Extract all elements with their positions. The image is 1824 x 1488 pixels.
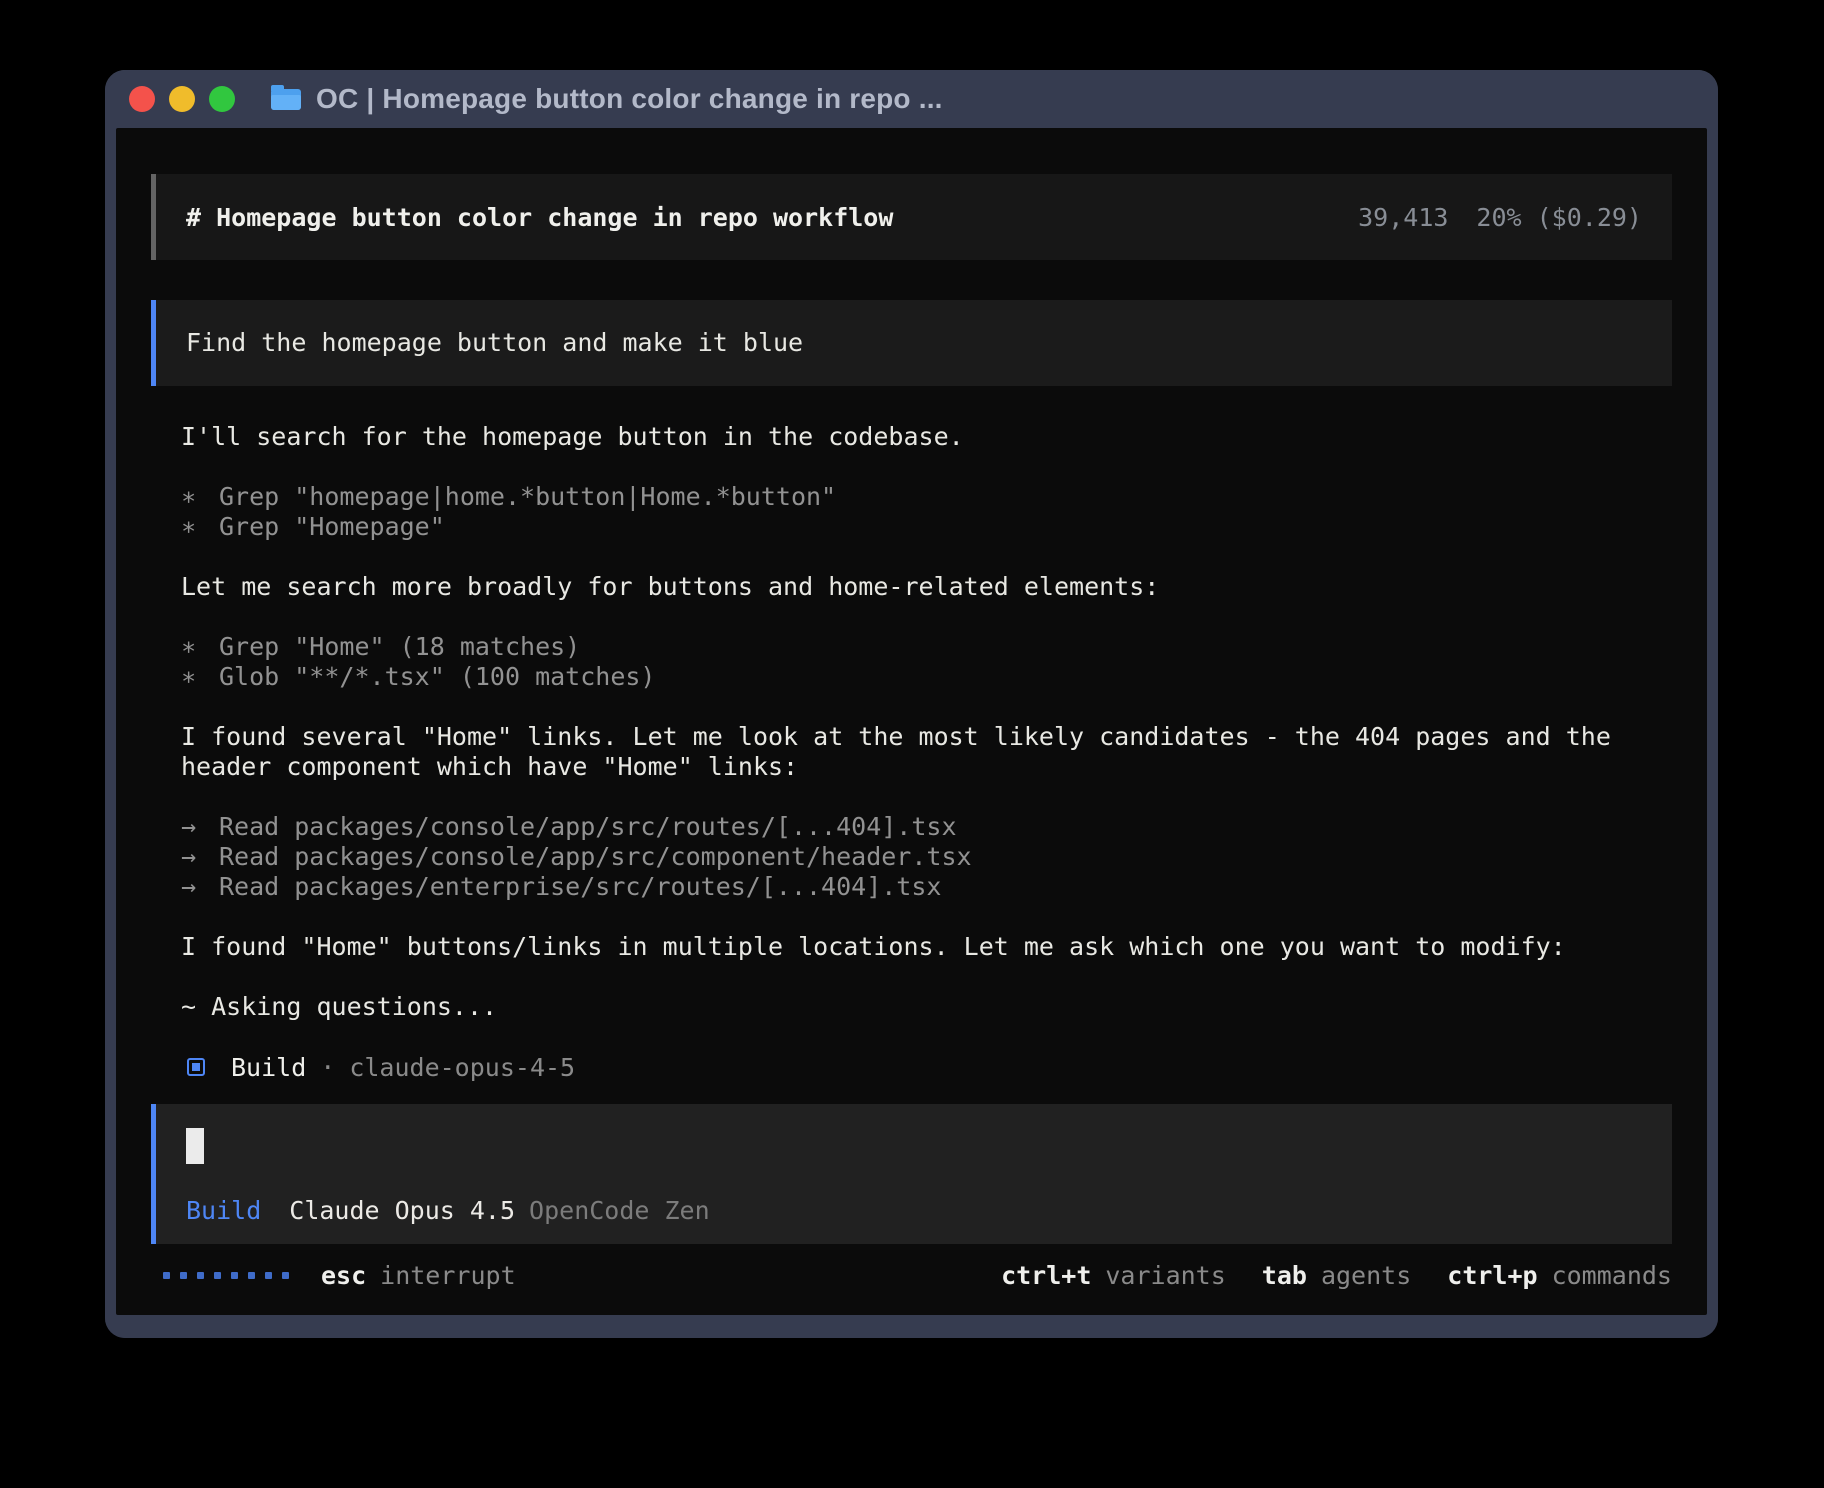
session-stats: 39,413 20% ($0.29) [1358, 203, 1642, 232]
assistant-paragraph: I found "Home" buttons/links in multiple… [181, 932, 1642, 962]
assistant-message: I'll search for the homepage button in t… [151, 386, 1672, 1082]
agent-status-row: Build · claude-opus-4-5 [181, 1052, 1642, 1082]
tool-call-group: ∗Grep "Home" (18 matches) ∗Glob "**/*.ts… [181, 632, 1642, 692]
arrow-right-icon: → [181, 872, 219, 902]
model-name[interactable]: Claude Opus 4.5 [289, 1196, 515, 1226]
spinner-dot-icon [265, 1272, 272, 1279]
user-message: Find the homepage button and make it blu… [151, 300, 1672, 386]
build-agent-icon [187, 1058, 205, 1076]
assistant-paragraph-line: I found several "Home" links. Let me loo… [181, 722, 1642, 752]
user-message-text: Find the homepage button and make it blu… [186, 328, 1642, 358]
tool-call-grep: ∗Grep "Home" (18 matches) [181, 632, 1642, 662]
spinner-dot-icon [231, 1272, 238, 1279]
traffic-lights [129, 86, 235, 112]
tool-call-read: →Read packages/console/app/src/component… [181, 842, 1642, 872]
prompt-input[interactable]: Build Claude Opus 4.5 OpenCode Zen [151, 1104, 1672, 1244]
model-provider: OpenCode Zen [529, 1196, 710, 1226]
tool-call-grep: ∗Grep "homepage|home.*button|Home.*butto… [181, 482, 1642, 512]
arrow-right-icon: → [181, 842, 219, 872]
tool-call-glob: ∗Glob "**/*.tsx" (100 matches) [181, 662, 1642, 692]
session-header: # Homepage button color change in repo w… [151, 174, 1672, 260]
assistant-paragraph: I'll search for the homepage button in t… [181, 422, 1642, 452]
asterisk-icon: ∗ [181, 662, 219, 692]
tool-call-read: →Read packages/enterprise/src/routes/[..… [181, 872, 1642, 902]
window-title: OC | Homepage button color change in rep… [316, 83, 943, 115]
agent-name: Build [231, 1053, 306, 1082]
spinner-dots [163, 1272, 289, 1279]
token-count: 39,413 [1358, 203, 1448, 232]
tool-call-group: →Read packages/console/app/src/routes/[.… [181, 812, 1642, 902]
spinner-dot-icon [248, 1272, 255, 1279]
asterisk-icon: ∗ [181, 632, 219, 662]
zoom-button-icon[interactable] [209, 86, 235, 112]
minimize-button-icon[interactable] [169, 86, 195, 112]
asterisk-icon: ∗ [181, 482, 219, 512]
terminal-content: # Homepage button color change in repo w… [116, 128, 1707, 1315]
session-title: # Homepage button color change in repo w… [186, 203, 893, 232]
window-bottom-edge [105, 1315, 1718, 1338]
agent-model: claude-opus-4-5 [349, 1053, 575, 1082]
title-bar: OC | Homepage button color change in rep… [105, 70, 1718, 128]
assistant-paragraph-line: header component which have "Home" links… [181, 752, 1642, 782]
shortcut-hints: ctrl+t variants tab agents ctrl+p comman… [1001, 1261, 1672, 1290]
assistant-paragraph: I found several "Home" links. Let me loo… [181, 722, 1642, 782]
spinner-dot-icon [282, 1272, 289, 1279]
status-bar: esc interrupt ctrl+t variants tab agents… [151, 1260, 1672, 1290]
interrupt-hint: esc interrupt [321, 1261, 516, 1290]
close-button-icon[interactable] [129, 86, 155, 112]
tool-call-group: ∗Grep "homepage|home.*button|Home.*butto… [181, 482, 1642, 542]
interrupt-label: interrupt [380, 1261, 515, 1290]
context-cost: 20% ($0.29) [1476, 203, 1642, 232]
tool-call-grep: ∗Grep "Homepage" [181, 512, 1642, 542]
tool-call-read: →Read packages/console/app/src/routes/[.… [181, 812, 1642, 842]
spinner-dot-icon [180, 1272, 187, 1279]
agent-mode-label[interactable]: Build [186, 1196, 261, 1226]
spinner-dot-icon [214, 1272, 221, 1279]
arrow-right-icon: → [181, 812, 219, 842]
assistant-paragraph: Let me search more broadly for buttons a… [181, 572, 1642, 602]
shortcut-commands: ctrl+p commands [1447, 1261, 1672, 1290]
app-window: OC | Homepage button color change in rep… [105, 70, 1718, 1338]
dot-separator: · [320, 1053, 335, 1082]
shortcut-variants: ctrl+t variants [1001, 1261, 1226, 1290]
asterisk-icon: ∗ [181, 512, 219, 542]
folder-icon [271, 89, 301, 110]
spinner-dot-icon [197, 1272, 204, 1279]
model-info-row: Build Claude Opus 4.5 OpenCode Zen [186, 1196, 1642, 1226]
spinner-dot-icon [163, 1272, 170, 1279]
working-status: ~ Asking questions... [181, 992, 1642, 1022]
shortcut-agents: tab agents [1262, 1261, 1411, 1290]
esc-key-label: esc [321, 1261, 366, 1290]
text-cursor [186, 1128, 204, 1164]
